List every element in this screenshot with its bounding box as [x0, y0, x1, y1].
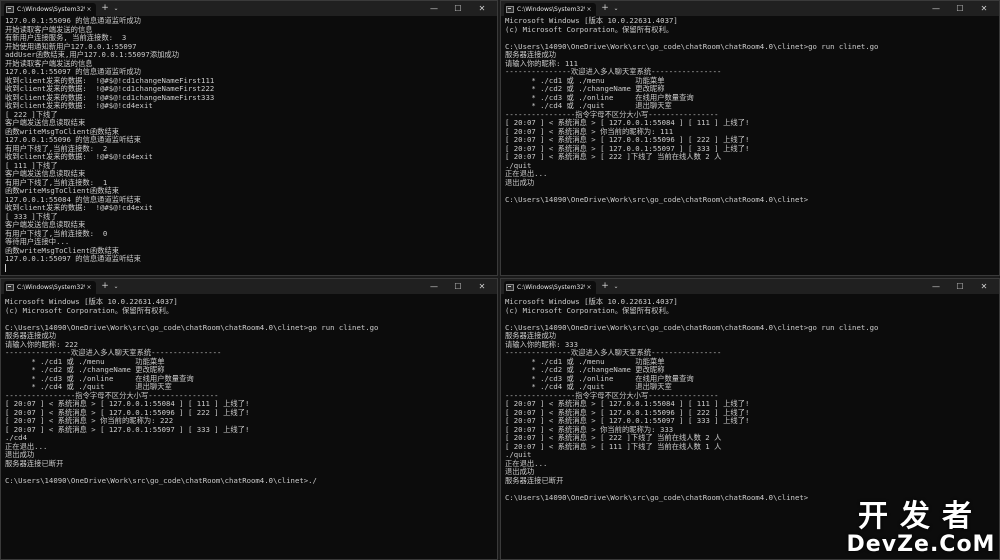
terminal-line: 服务器连接成功 [5, 331, 57, 340]
terminal-tab[interactable]: C:\Windows\System32\cmd.e × [4, 281, 96, 294]
close-tab-icon[interactable]: × [585, 3, 593, 16]
title-bar[interactable]: C:\Windows\System32\cmd.e × + ⌄ — ☐ ✕ [501, 279, 999, 294]
tab-title: C:\Windows\System32\cmd.e [17, 284, 85, 291]
terminal-line: C:\Users\14090\OneDrive\Work\src\go_code… [505, 194, 809, 204]
maximize-button[interactable]: ☐ [948, 2, 972, 15]
client-222-terminal-window[interactable]: C:\Windows\System32\cmd.e × + ⌄ — ☐ ✕ Mi… [0, 278, 498, 560]
maximize-button[interactable]: ☐ [446, 2, 470, 15]
tab-title: C:\Windows\System32\cmd.e [17, 6, 85, 13]
chevron-down-icon[interactable]: ⌄ [111, 2, 121, 15]
site-watermark: 开发者 DevZe.CoM [846, 502, 996, 556]
terminal-output[interactable]: Microsoft Windows [版本 10.0.22631.4037] (c… [501, 294, 999, 502]
tab-title: C:\Windows\System32\cmd.e [517, 284, 585, 291]
terminal-line: 服务器连接成功 [505, 331, 557, 340]
maximize-button[interactable]: ☐ [446, 280, 470, 293]
terminal-line: C:\Users\14090\OneDrive\Work\src\go_code… [505, 41, 879, 51]
terminal-line: 127.0.0.1:55097 的信息通道监听结束 [5, 254, 141, 263]
terminal-line: 服务器连接已断开 [505, 475, 564, 485]
new-tab-button[interactable]: + [99, 280, 111, 293]
terminal-line: [ 20:07 ] < 系统消息 > [ 127.0.0.1:55097 ] [… [5, 424, 250, 434]
terminal-tab[interactable]: C:\Windows\System32\cmd.e × [504, 3, 596, 16]
minimize-button[interactable]: — [924, 2, 948, 15]
terminal-line: ./quit [505, 160, 532, 170]
text-cursor [5, 263, 6, 272]
chevron-down-icon[interactable]: ⌄ [111, 280, 121, 293]
close-tab-icon[interactable]: × [585, 281, 593, 294]
terminal-line: (c) Microsoft Corporation。保留所有权利。 [505, 305, 674, 315]
chevron-down-icon[interactable]: ⌄ [611, 2, 621, 15]
title-bar[interactable]: C:\Windows\System32\cmd.e × + ⌄ — ☐ ✕ [1, 1, 497, 16]
cmd-icon [6, 6, 14, 13]
minimize-button[interactable]: — [422, 2, 446, 15]
minimize-button[interactable]: — [422, 280, 446, 293]
terminal-line: 收到client发来的数据: !@#$@!cd4exit [5, 101, 153, 110]
close-button[interactable]: ✕ [470, 280, 494, 293]
terminal-tab[interactable]: C:\Windows\System32\cmd.e × [504, 281, 596, 294]
cursor-line [5, 263, 494, 273]
terminal-tab[interactable]: C:\Windows\System32\cmd.e × [4, 3, 96, 16]
close-button[interactable]: ✕ [470, 2, 494, 15]
terminal-line: 正在退出... [5, 441, 48, 451]
terminal-line: 收到client发来的数据: !@#$@!cd4exit [5, 203, 153, 212]
terminal-line: 正在退出... [505, 169, 548, 178]
server-terminal-window[interactable]: C:\Windows\System32\cmd.e × + ⌄ — ☐ ✕ 12… [0, 0, 498, 276]
new-tab-button[interactable]: + [99, 2, 111, 15]
tab-title: C:\Windows\System32\cmd.e [517, 6, 585, 13]
terminal-line: [ 20:07 ] < 系统消息 > [ 222 ]下线了 当前在线人数 2 人 [505, 152, 722, 161]
maximize-button[interactable]: ☐ [948, 280, 972, 293]
watermark-line2: DevZe.CoM [846, 532, 996, 557]
cmd-icon [506, 284, 514, 291]
client-111-terminal-window[interactable]: C:\Windows\System32\cmd.e × + ⌄ — ☐ ✕ Mi… [500, 0, 1000, 276]
terminal-line: ./quit [505, 450, 532, 459]
terminal-line: 服务器连接已断开 [5, 458, 64, 468]
terminal-line: ./cd4 [5, 433, 27, 442]
terminal-line: [ 20:07 ] < 系统消息 > [ 111 ]下线了 当前在线人数 1 人 [505, 441, 722, 451]
cmd-icon [6, 284, 14, 291]
terminal-line: 退出成功 [5, 450, 35, 459]
terminal-line: 收到client发来的数据: !@#$@!cd4exit [5, 152, 153, 161]
terminal-line: C:\Users\14090\OneDrive\Work\src\go_code… [505, 322, 879, 332]
close-tab-icon[interactable]: × [85, 3, 93, 16]
new-tab-button[interactable]: + [599, 280, 611, 293]
minimize-button[interactable]: — [924, 280, 948, 293]
terminal-output[interactable]: Microsoft Windows [版本 10.0.22631.4037] (c… [501, 16, 999, 204]
new-tab-button[interactable]: + [599, 2, 611, 15]
close-button[interactable]: ✕ [972, 280, 996, 293]
terminal-output[interactable]: 127.0.0.1:55096 的信息通道监听成功 开始读取客户端发送的信息 有新用… [1, 16, 497, 272]
terminal-output[interactable]: Microsoft Windows [版本 10.0.22631.4037] (c… [1, 294, 497, 485]
terminal-line: 服务器连接成功 [505, 50, 557, 59]
title-bar[interactable]: C:\Windows\System32\cmd.e × + ⌄ — ☐ ✕ [1, 279, 497, 294]
terminal-line: 退出成功 [505, 467, 535, 476]
terminal-line: 正在退出... [505, 458, 548, 468]
terminal-line: (c) Microsoft Corporation。保留所有权利。 [5, 305, 174, 315]
terminal-line: C:\Users\14090\OneDrive\Work\src\go_code… [5, 475, 317, 485]
chevron-down-icon[interactable]: ⌄ [611, 280, 621, 293]
close-tab-icon[interactable]: × [85, 281, 93, 294]
terminal-line: 退出成功 [505, 177, 535, 187]
close-button[interactable]: ✕ [972, 2, 996, 15]
terminal-line: C:\Users\14090\OneDrive\Work\src\go_code… [5, 322, 379, 332]
terminal-line: (c) Microsoft Corporation。保留所有权利。 [505, 24, 674, 34]
terminal-line: 有用户下线了,当前连接数: 0 [5, 228, 108, 238]
title-bar[interactable]: C:\Windows\System32\cmd.e × + ⌄ — ☐ ✕ [501, 1, 999, 16]
cmd-icon [506, 6, 514, 13]
watermark-line1: 开发者 [858, 499, 984, 534]
